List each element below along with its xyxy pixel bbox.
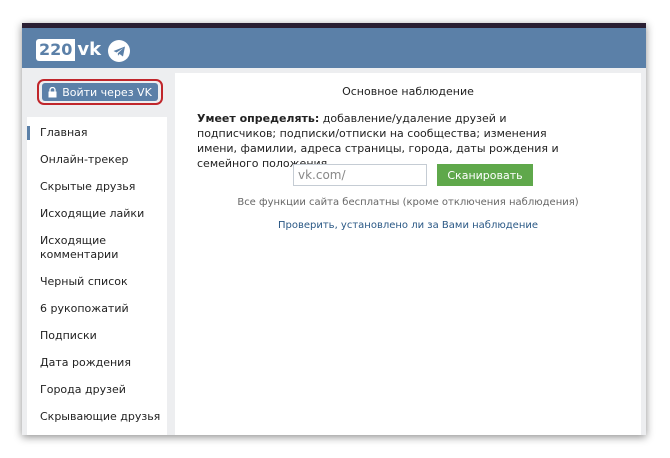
site-logo[interactable]: 220 vk xyxy=(36,39,101,61)
sidebar-item-six-handshakes[interactable]: 6 рукопожатий xyxy=(27,302,167,316)
login-label: Войти через VK xyxy=(62,85,152,99)
check-surveillance-link[interactable]: Проверить, установлено ли за Вами наблюд… xyxy=(175,220,641,231)
sidebar-item-outgoing-comments[interactable]: Исходящие комментарии xyxy=(27,234,147,262)
sidebar-item-hiding-friends[interactable]: Скрывающие друзья xyxy=(27,410,167,424)
logo-number: 220 xyxy=(36,39,76,61)
telegram-icon[interactable] xyxy=(108,40,130,62)
sidebar-menu: Главная Онлайн-трекер Скрытые друзья Исх… xyxy=(27,117,167,435)
sidebar-item-online-tracker[interactable]: Онлайн-трекер xyxy=(27,153,167,167)
logo-suffix: vk xyxy=(77,39,102,60)
sidebar-item-subscriptions[interactable]: Подписки xyxy=(27,329,167,343)
login-vk-button[interactable]: Войти через VK xyxy=(42,83,158,101)
sidebar-item-birthday[interactable]: Дата рождения xyxy=(27,356,167,370)
profile-url-input[interactable] xyxy=(293,164,427,186)
sidebar-item-blacklist[interactable]: Черный список xyxy=(27,275,167,289)
page-title: Основное наблюдение xyxy=(342,85,474,98)
sidebar-item-outgoing-likes[interactable]: Исходящие лайки xyxy=(27,207,167,221)
sidebar-item-friends-cities[interactable]: Города друзей xyxy=(27,383,167,397)
main-panel: Основное наблюдение Умеет определять: до… xyxy=(175,73,641,435)
sidebar-item-hidden-friends[interactable]: Скрытые друзья xyxy=(27,180,167,194)
login-highlight: Войти через VK xyxy=(37,79,163,105)
scan-button[interactable]: Сканировать xyxy=(437,164,533,186)
description-heading: Умеет определять: xyxy=(197,112,320,125)
lock-icon xyxy=(48,86,57,97)
free-note: Все функции сайта бесплатны (кроме отклю… xyxy=(237,197,579,208)
feature-description: Умеет определять: добавление/удаление др… xyxy=(197,111,577,171)
sidebar: Войти через VK Главная Онлайн-трекер Скр… xyxy=(27,73,167,435)
browser-viewport: 220 vk Войти через VK Главная Онлайн-тре… xyxy=(22,23,646,435)
site-header: 220 vk xyxy=(22,28,646,68)
sidebar-item-home[interactable]: Главная xyxy=(27,126,167,140)
